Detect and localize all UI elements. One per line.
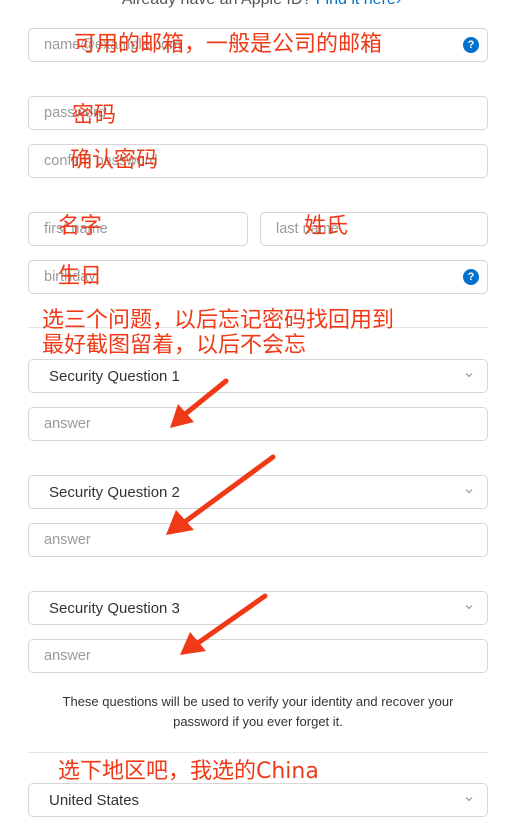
arrow-annotation-icon [166, 454, 276, 535]
arrow-annotation-icon [170, 378, 229, 428]
annotation-arrows [166, 378, 276, 655]
arrow-annotation-icon [180, 593, 268, 655]
